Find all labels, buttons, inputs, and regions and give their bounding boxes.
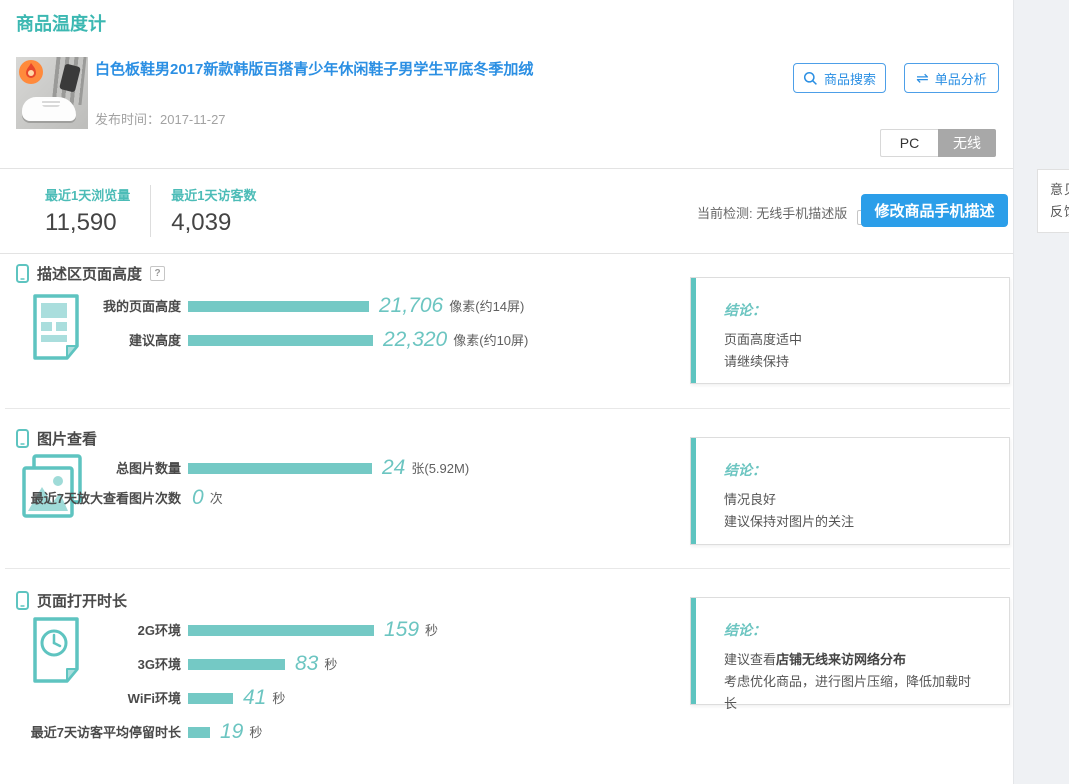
- toggle-wireless[interactable]: 无线: [938, 129, 996, 157]
- conclusion-text: 建议查看: [724, 652, 776, 667]
- flame-badge-icon: [18, 59, 44, 85]
- section-images-header: 图片查看: [16, 428, 97, 449]
- bar: [188, 693, 233, 704]
- conclusion-page-height: 结论： 页面高度适中 请继续保持: [690, 277, 1010, 384]
- bar-label: 我的页面高度: [16, 297, 188, 316]
- conclusion-line: 情况良好: [724, 489, 981, 511]
- bar-value: 0: [192, 486, 204, 510]
- product-search-button[interactable]: 商品搜索: [793, 63, 886, 93]
- bar-label: 建议高度: [16, 331, 188, 350]
- toggle-pc[interactable]: PC: [880, 129, 938, 157]
- header-divider: [0, 168, 1013, 169]
- current-detect-text: 当前检测: 无线手机描述版: [697, 206, 847, 221]
- page-title: 商品温度计: [16, 10, 106, 36]
- section-images-title: 图片查看: [37, 428, 97, 449]
- bar-label: 最近7天访客平均停留时长: [16, 723, 188, 742]
- right-rail: [1013, 0, 1069, 784]
- product-title-link[interactable]: 白色板鞋男2017新款韩版百搭青少年休闲鞋子男学生平底冬季加绒: [95, 58, 735, 79]
- conclusion-heading: 结论：: [724, 460, 981, 480]
- stat-visitors: 最近1天访客数 4,039: [150, 185, 276, 237]
- bar-label: 2G环境: [16, 621, 188, 640]
- conclusion-heading: 结论：: [724, 620, 981, 640]
- conclusion-line: 建议查看店铺无线来访网络分布: [724, 649, 981, 671]
- bar-row-2g: 2G环境 159 秒: [16, 621, 438, 642]
- section-page-height-header: 描述区页面高度 ?: [16, 263, 165, 284]
- stat-pageviews: 最近1天浏览量 11,590: [45, 185, 150, 237]
- section-divider: [5, 568, 1010, 569]
- exchange-icon: ⇌: [916, 71, 929, 86]
- conclusion-heading: 结论：: [724, 300, 981, 320]
- conclusion-line: 请继续保持: [724, 351, 981, 373]
- section-load-time-header: 页面打开时长: [16, 590, 127, 611]
- bar-row-my-height: 我的页面高度 21,706 像素(约14屏): [16, 297, 524, 318]
- phone-icon: [16, 264, 29, 283]
- bar-unit: 次: [210, 489, 223, 508]
- page-height-help-icon[interactable]: ?: [150, 266, 165, 281]
- section-divider: [5, 408, 1010, 409]
- bar-row-suggested-height: 建议高度 22,320 像素(约10屏): [16, 331, 528, 352]
- modify-description-button[interactable]: 修改商品手机描述: [861, 194, 1008, 227]
- bar-value: 24: [382, 456, 405, 480]
- bar-value: 19: [220, 720, 243, 744]
- stat-pageviews-label: 最近1天浏览量: [45, 185, 130, 204]
- bar-label: 总图片数量: [16, 459, 188, 478]
- bar-value: 22,320: [383, 328, 447, 352]
- bar: [188, 335, 373, 346]
- bar-value: 41: [243, 686, 266, 710]
- bar-label: WiFi环境: [16, 689, 188, 708]
- bar-row-wifi: WiFi环境 41 秒: [16, 689, 285, 710]
- bar: [188, 659, 285, 670]
- search-icon: [803, 71, 818, 86]
- product-image: [16, 57, 88, 129]
- bar-unit: 秒: [324, 655, 337, 674]
- feedback-tab[interactable]: 意见反馈: [1037, 169, 1069, 233]
- bar: [188, 625, 374, 636]
- bar-row-avg-stay: 最近7天访客平均停留时长 19 秒: [16, 723, 262, 744]
- bar: [188, 301, 369, 312]
- section-load-time-title: 页面打开时长: [37, 590, 127, 611]
- bar-value: 159: [384, 618, 419, 642]
- bar-label: 最近7天放大查看图片次数: [16, 489, 188, 508]
- conclusion-line: 考虑优化商品，进行图片压缩，降低加载时长: [724, 671, 981, 715]
- bar-row-zoom-views: 最近7天放大查看图片次数 0 次: [16, 489, 223, 510]
- current-detect-label: 当前检测: 无线手机描述版 ?: [697, 203, 872, 225]
- stat-pageviews-value: 11,590: [45, 209, 130, 237]
- conclusion-load-time: 结论： 建议查看店铺无线来访网络分布 考虑优化商品，进行图片压缩，降低加载时长: [690, 597, 1010, 705]
- single-item-analysis-button[interactable]: ⇌ 单品分析: [904, 63, 999, 93]
- phone-icon: [16, 591, 29, 610]
- bar: [188, 463, 372, 474]
- bar-unit: 秒: [249, 723, 262, 742]
- photo-lace: [42, 99, 60, 107]
- conclusion-line: 建议保持对图片的关注: [724, 511, 981, 533]
- single-item-analysis-label: 单品分析: [935, 69, 987, 88]
- publish-date: 发布时间：2017-11-27: [95, 109, 226, 128]
- bar-row-total-images: 总图片数量 24 张(5.92M): [16, 459, 469, 480]
- phone-icon: [16, 429, 29, 448]
- bar-unit: 像素(约14屏): [449, 297, 524, 316]
- conclusion-line: 页面高度适中: [724, 329, 981, 351]
- stats-row: 最近1天浏览量 11,590 最近1天访客数 4,039: [45, 185, 276, 237]
- bar-label: 3G环境: [16, 655, 188, 674]
- bar-row-3g: 3G环境 83 秒: [16, 655, 337, 676]
- stat-visitors-label: 最近1天访客数: [171, 185, 256, 204]
- stat-visitors-value: 4,039: [171, 209, 256, 237]
- bar-unit: 秒: [272, 689, 285, 708]
- conclusion-images: 结论： 情况良好 建议保持对图片的关注: [690, 437, 1010, 545]
- bar-unit: 张(5.92M): [411, 459, 469, 478]
- bar-value: 21,706: [379, 294, 443, 318]
- stats-divider: [0, 253, 1013, 254]
- platform-toggle: PC 无线: [880, 129, 996, 157]
- section-page-height-title: 描述区页面高度: [37, 263, 142, 284]
- bar-unit: 像素(约10屏): [453, 331, 528, 350]
- product-search-label: 商品搜索: [824, 69, 876, 88]
- bar-unit: 秒: [425, 621, 438, 640]
- bar: [188, 727, 210, 738]
- conclusion-bold-text: 店铺无线来访网络分布: [776, 652, 906, 667]
- bar-value: 83: [295, 652, 318, 676]
